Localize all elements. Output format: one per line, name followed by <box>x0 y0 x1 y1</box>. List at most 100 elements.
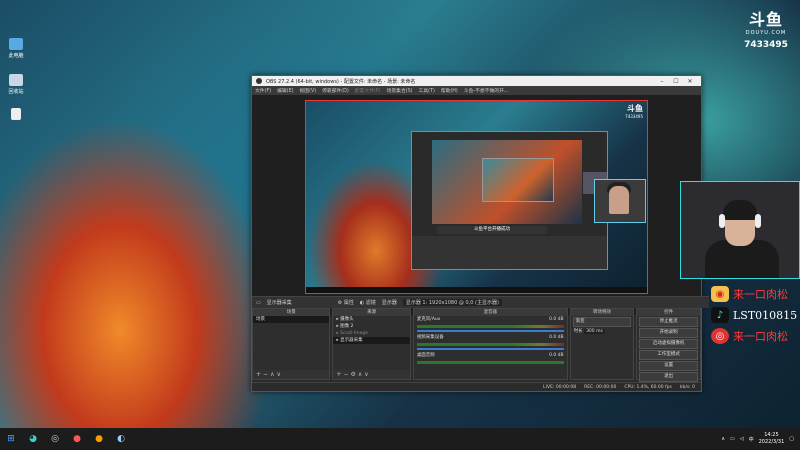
menu-file[interactable]: 文件(F) <box>255 87 271 94</box>
display-label: 显示器 <box>381 300 397 306</box>
add-icon[interactable]: + <box>256 371 263 378</box>
douyu-room-id: 7433495 <box>744 40 788 50</box>
windows-taskbar: ⊞ ◕ ◎ ● ● ◐ ∧ ▭ ◁ 中 14:25 2022/3/31 ▢ <box>0 428 800 450</box>
source-toolbar: ▭ 显示器采集 ⚙ 属性 ◐ 滤镜 显示器 显示器 1: 1920x1080 @… <box>252 296 709 308</box>
sources-header: 来源 <box>333 309 410 316</box>
live-status: LIVE: 00:00:08 <box>543 384 577 390</box>
desktop-icon-label: 回收站 <box>8 89 24 95</box>
menu-profile[interactable]: 配置文件(P) <box>355 87 381 94</box>
canvas-room-id: 7433495 <box>625 114 643 119</box>
current-source-name: 显示器采集 <box>266 300 292 306</box>
channel-name: 视频采集设备 <box>416 335 444 340</box>
source-item[interactable]: ▸ 摄像头 <box>333 316 409 323</box>
menu-tools[interactable]: 工具(T) <box>419 87 435 94</box>
edge-icon[interactable]: ◕ <box>22 428 44 450</box>
desktop-icon-label: 此电脑 <box>8 53 24 59</box>
volume-icon[interactable]: ◁ <box>740 436 744 442</box>
monitor-icon: ▭ <box>256 299 261 306</box>
volume-slider[interactable] <box>416 348 564 350</box>
menu-edit[interactable]: 编辑(E) <box>277 87 293 94</box>
social-weibo: ◉ 来一口肉松 <box>711 286 800 302</box>
scenes-toolbar: +−∧∨ <box>253 370 330 379</box>
recycle-bin-icon <box>9 74 23 86</box>
chevron-up-icon[interactable]: ∧ <box>721 436 725 442</box>
netease-handle: 来一口肉松 <box>733 330 788 343</box>
desktop-icon-recycle-bin[interactable]: 回收站 <box>2 74 30 95</box>
filters-label: 滤镜 <box>365 300 376 306</box>
douyin-icon: ♪ <box>711 307 729 323</box>
volume-meter <box>416 343 564 346</box>
network-icon[interactable]: ▭ <box>730 436 735 442</box>
canvas-douyu-logo: 斗鱼 <box>627 104 643 113</box>
social-netease: ◎ 来一口肉松 <box>711 328 800 344</box>
source-label: 图像 2 <box>340 324 354 329</box>
duration-input[interactable]: 300 ms <box>584 329 605 334</box>
exit-button[interactable]: 退出 <box>639 372 698 382</box>
webcam-overlay <box>680 181 800 279</box>
start-button[interactable]: ⊞ <box>0 428 22 450</box>
duration-label: 时长 <box>573 329 583 334</box>
steam-icon[interactable]: ◐ <box>110 428 132 450</box>
properties-button[interactable]: ⚙ 属性 <box>338 299 354 306</box>
source-item[interactable]: ▸ 显示器采集 <box>333 337 410 344</box>
duration-row: 时长 300 ms <box>571 328 634 335</box>
weibo-icon: ◉ <box>711 286 729 302</box>
scene-item[interactable]: 场景 <box>253 316 330 323</box>
transition-select[interactable]: 渐变 <box>572 317 632 327</box>
obs-icon[interactable]: ◎ <box>44 428 66 450</box>
down-icon[interactable]: ∨ <box>364 371 370 378</box>
obs-window: OBS 27.2.4 (64-bit, windows) - 配置文件: 未命名… <box>251 75 709 392</box>
netease-music-icon: ◎ <box>711 328 729 344</box>
maximize-button[interactable]: ☐ <box>669 78 683 85</box>
menu-docks[interactable]: 停靠部件(D) <box>322 87 349 94</box>
headphone-left <box>719 214 725 228</box>
channel-db: 0.0 dB <box>549 335 564 340</box>
canvas-taskbar <box>306 287 647 293</box>
desktop-icon-this-pc[interactable]: 此电脑 <box>2 38 30 59</box>
douyu-app-icon[interactable]: ● <box>66 428 88 450</box>
notification-icon[interactable]: ▢ <box>789 436 794 442</box>
gear-icon[interactable]: ⚙ <box>350 371 357 378</box>
volume-meter <box>416 361 564 364</box>
source-label: 显示器采集 <box>340 338 363 343</box>
desktop-icon-file[interactable] <box>2 108 30 122</box>
filters-button[interactable]: ◐ 滤镜 <box>360 299 376 306</box>
settings-button[interactable]: 设置 <box>639 361 698 371</box>
weibo-handle: 来一口肉松 <box>733 288 788 301</box>
obs-window-title: OBS 27.2.4 (64-bit, windows) - 配置文件: 未命名… <box>266 78 416 85</box>
cam-hair <box>723 200 757 220</box>
start-recording-button[interactable]: 开始录制 <box>639 328 698 338</box>
close-button[interactable]: ✕ <box>683 78 697 85</box>
mixer-channel: 视频采集设备 0.0 dB <box>414 334 567 350</box>
volume-slider[interactable] <box>416 330 564 332</box>
scenes-header: 场景 <box>253 309 330 316</box>
studio-mode-button[interactable]: 工作室模式 <box>639 350 698 360</box>
ime-icon[interactable]: 中 <box>749 436 754 443</box>
douyu-logo-text: 斗鱼 <box>748 10 783 29</box>
obs-app-icon <box>256 78 262 84</box>
controls-dock: 控件 停止推流 开始录制 启动虚拟摄像机 工作室模式 设置 退出 <box>636 308 701 382</box>
stop-streaming-button[interactable]: 停止推流 <box>639 317 698 327</box>
minimize-button[interactable]: – <box>655 78 669 85</box>
down-icon[interactable]: ∨ <box>276 371 282 378</box>
nested-preview: 斗鱼平台开播成功 <box>411 131 608 270</box>
start-virtual-camera-button[interactable]: 启动虚拟摄像机 <box>639 339 698 349</box>
clock[interactable]: 14:25 2022/3/31 <box>759 432 785 446</box>
computer-icon <box>9 38 23 50</box>
social-douyin: ♪ LST010815 <box>711 307 800 323</box>
obs-statusbar: LIVE: 00:00:08 REC: 00:00:00 CPU: 1.4%, … <box>252 382 701 391</box>
menu-help[interactable]: 帮助(H) <box>441 87 458 94</box>
source-item[interactable]: ▸ 图像 2 <box>333 323 409 330</box>
display-select[interactable]: 显示器 1: 1920x1080 @ 0,0 (主显示器) <box>402 299 502 306</box>
nested-preview-inner <box>432 140 582 224</box>
menu-douyu[interactable]: 斗鱼-不想不做的开... <box>464 87 509 94</box>
menu-scene-collection[interactable]: 场景集合(S) <box>387 87 413 94</box>
nested-preview-inner2 <box>482 158 554 202</box>
source-item[interactable]: ▸ Scroll Image <box>333 330 409 337</box>
app-icon[interactable]: ● <box>88 428 110 450</box>
kbps-status: kb/s: 0 <box>679 384 695 390</box>
system-tray: ∧ ▭ ◁ 中 14:25 2022/3/31 ▢ <box>721 432 800 446</box>
menu-view[interactable]: 视图(V) <box>299 87 316 94</box>
remove-icon[interactable]: − <box>263 371 270 378</box>
preview-camera-echo <box>594 179 646 223</box>
